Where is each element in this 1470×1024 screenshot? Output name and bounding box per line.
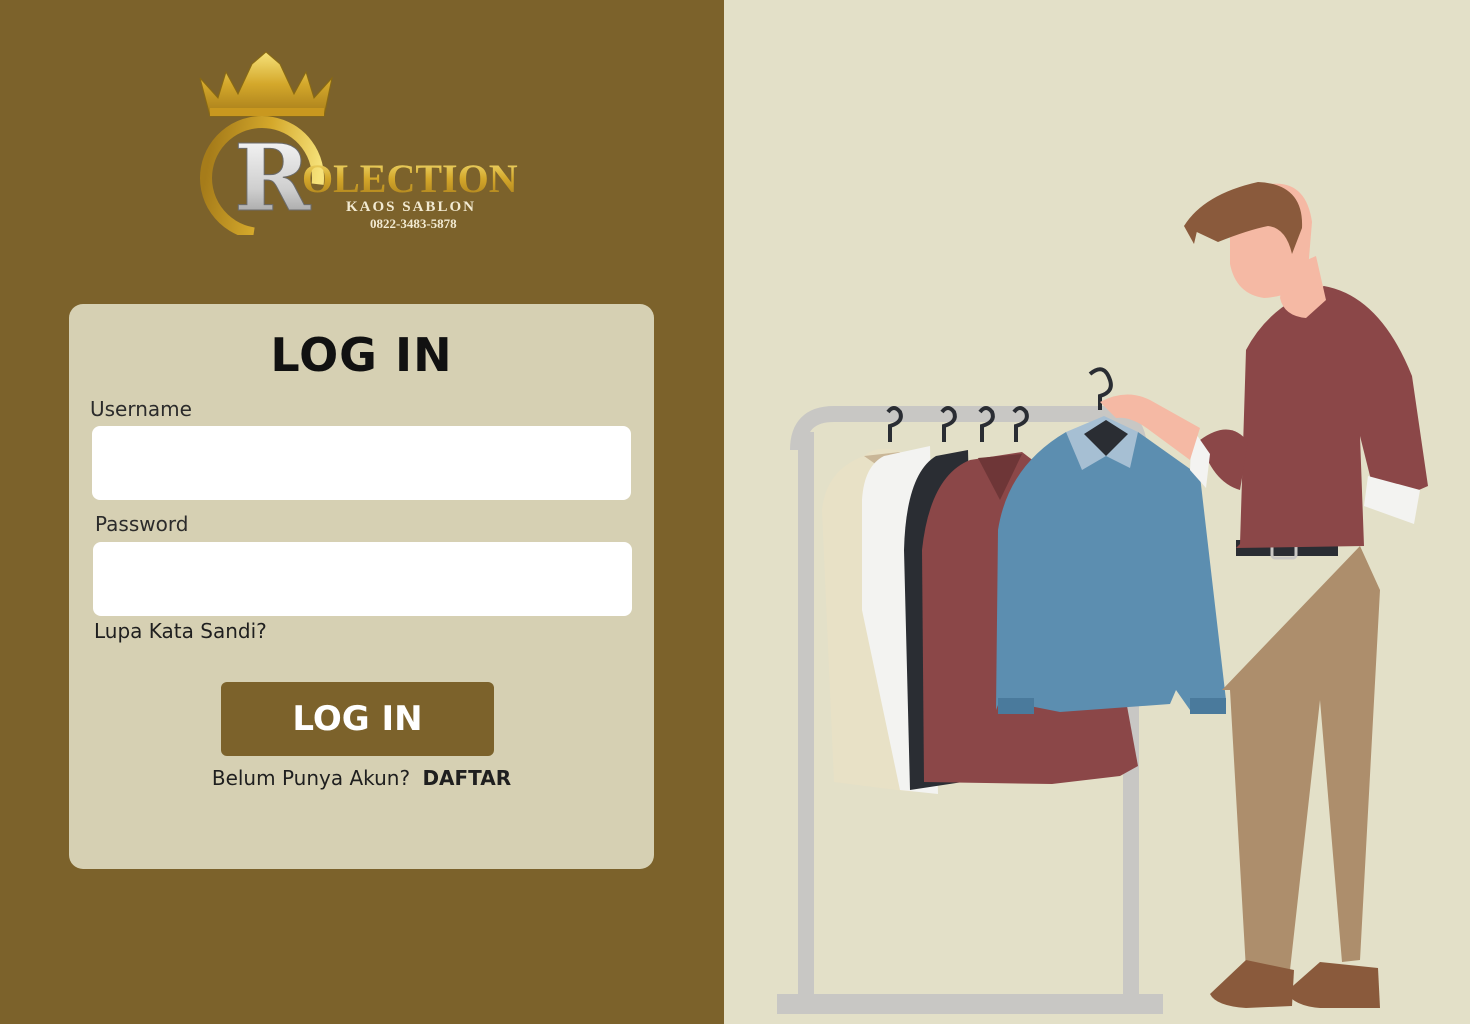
crown-icon bbox=[199, 51, 333, 117]
username-input[interactable] bbox=[92, 426, 631, 500]
password-input[interactable] bbox=[93, 542, 632, 616]
login-title: LOG IN bbox=[270, 328, 453, 382]
password-label: Password bbox=[95, 512, 189, 536]
no-account-text: Belum Punya Akun? bbox=[211, 766, 411, 790]
logo-initial: R bbox=[234, 124, 311, 232]
forgot-password-link[interactable]: Lupa Kata Sandi? bbox=[94, 619, 267, 643]
logo-phone: 0822-3483-5878 bbox=[370, 216, 457, 231]
login-button[interactable]: LOG IN bbox=[221, 682, 494, 756]
man-choosing-clothes-illustration bbox=[777, 182, 1428, 1014]
logo-name: OLECTION bbox=[302, 156, 518, 201]
register-link[interactable]: DAFTAR bbox=[422, 766, 511, 790]
logo-tagline: KAOS SABLON bbox=[346, 199, 476, 215]
rolection-logo: R OLECTION KAOS SABLON 0822-3483-5878 bbox=[199, 51, 518, 235]
login-card: LOG IN Username Password Lupa Kata Sandi… bbox=[69, 304, 654, 869]
left-panel: R OLECTION KAOS SABLON 0822-3483-5878 LO… bbox=[0, 0, 724, 1024]
username-label: Username bbox=[90, 397, 192, 421]
register-row: Belum Punya Akun? DAFTAR bbox=[69, 766, 654, 790]
